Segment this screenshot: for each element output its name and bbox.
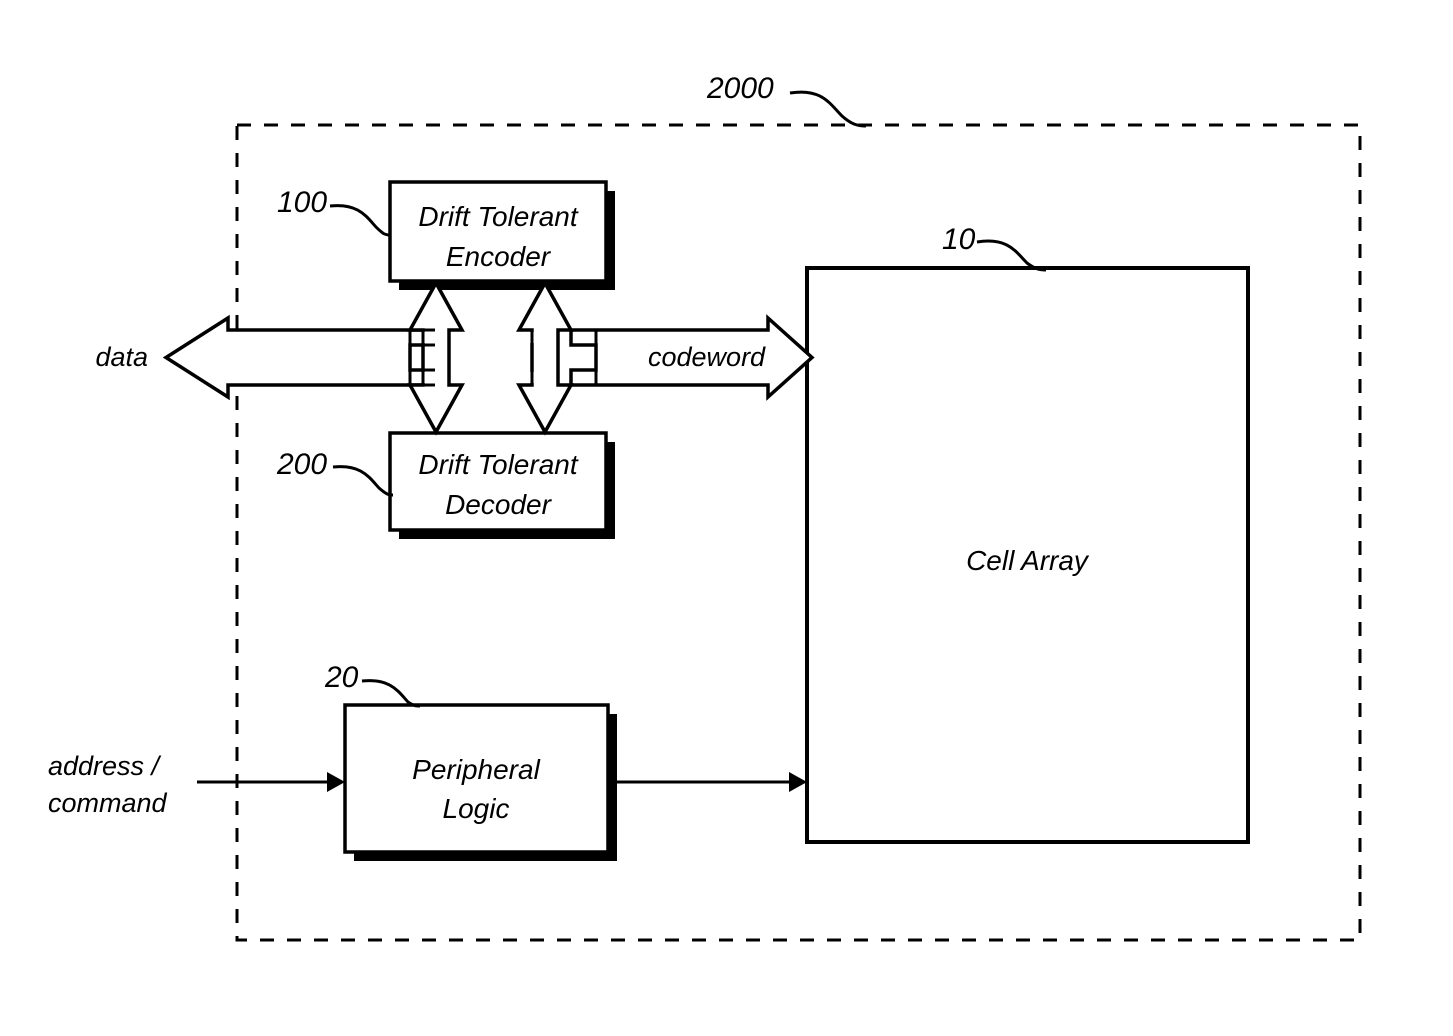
- figure-canvas: 2000 100 200 20 10 Drift Tolerant Encode…: [0, 0, 1453, 1036]
- junction-patch-right-upper: [521, 332, 556, 343]
- leader-line-2000: [789, 90, 867, 128]
- encoder-label-line1: Drift Tolerant: [418, 201, 578, 232]
- decoder-label-line2: Decoder: [445, 489, 553, 520]
- ref-2000: 2000: [706, 72, 774, 105]
- address-command-label-line1: address /: [48, 751, 162, 781]
- cell-array-label: Cell Array: [966, 545, 1090, 576]
- junction-patch-left-lower: [412, 372, 447, 383]
- leader-line-200: [332, 465, 394, 497]
- leader-line-10: [976, 239, 1047, 272]
- encoder-decoder-left-arrow: [407, 279, 465, 436]
- peripheral-label-line2: Logic: [443, 793, 510, 824]
- decoder-label-line1: Drift Tolerant: [418, 449, 578, 480]
- peripheral-label-line1: Peripheral: [412, 754, 540, 785]
- address-command-arrowhead: [327, 772, 345, 792]
- encoder-decoder-right-arrow: [516, 279, 574, 436]
- address-command-label-line2: command: [48, 788, 168, 818]
- block-diagram: 2000 100 200 20 10 Drift Tolerant Encode…: [48, 72, 1362, 942]
- ref-200: 200: [276, 448, 327, 481]
- leader-line-100: [329, 204, 391, 237]
- ref-10: 10: [942, 223, 976, 256]
- junction-patch-right-lower: [521, 372, 556, 383]
- peripheral-to-cellarray-arrowhead: [789, 772, 807, 792]
- data-label: data: [95, 342, 148, 372]
- codeword-label: codeword: [648, 342, 766, 372]
- data-arrow: [162, 314, 437, 401]
- ref-20: 20: [324, 661, 359, 694]
- leader-line-20: [361, 679, 421, 708]
- junction-patch-left-upper: [412, 332, 447, 343]
- ref-100: 100: [277, 186, 327, 219]
- encoder-label-line2: Encoder: [446, 241, 552, 272]
